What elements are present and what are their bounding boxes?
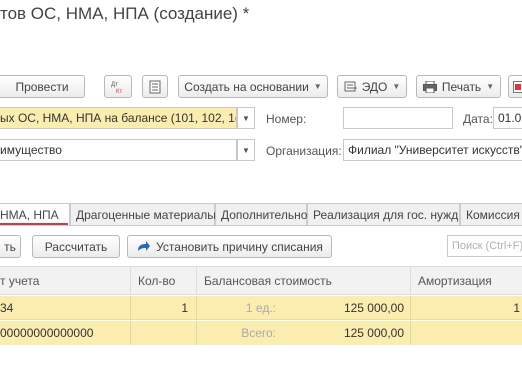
edo-button[interactable]: ЭДО ▼ — [337, 75, 407, 98]
qty-cell: 1 — [181, 301, 188, 315]
print-button[interactable]: Печать ▼ — [416, 75, 501, 98]
date-field[interactable]: 01.0 — [493, 107, 522, 129]
active-tab-indicator — [0, 223, 68, 225]
number-label: Номер: — [266, 112, 307, 126]
qty-cell — [130, 321, 188, 345]
amortization-cell: 1 — [513, 301, 520, 315]
cost-cell: 125 000,00 — [343, 301, 404, 315]
create-based-on-label: Создать на основании — [184, 79, 309, 94]
operation-type-dropdown[interactable]: ▼ — [237, 107, 255, 129]
column-header-amortization[interactable]: Амортизация — [410, 267, 522, 294]
tab-precious-materials[interactable]: Драгоценные материалы — [70, 203, 216, 225]
journal-button[interactable] — [142, 75, 168, 98]
organization-label: Организация: — [266, 144, 342, 158]
cost-cell: 125 000,00 — [343, 326, 404, 340]
create-based-on-button[interactable]: Создать на основании ▼ — [178, 75, 328, 98]
svg-text:Кт: Кт — [116, 89, 122, 95]
tab-commission[interactable]: Комиссия — [460, 203, 522, 225]
number-field[interactable] — [343, 107, 453, 129]
chevron-down-icon: ▼ — [242, 113, 250, 123]
post-button-label: Провести — [15, 79, 69, 94]
set-reason-button[interactable]: Установить причину списания — [127, 235, 332, 258]
amortization-cell — [410, 321, 520, 345]
arrow-icon — [138, 240, 151, 251]
tab-nma-npa[interactable]: НМА, НПА — [0, 203, 70, 225]
calculate-button[interactable]: Рассчитать — [32, 235, 120, 258]
dtkt-icon: Дт Кт — [111, 82, 122, 95]
total-label-cell: Всего: — [241, 326, 276, 340]
chevron-down-icon: ▼ — [313, 82, 322, 91]
table-row[interactable]: 34 1 1 ед.: 125 000,00 1 — [0, 296, 522, 320]
search-placeholder: Поиск (Ctrl+F) — [452, 240, 522, 252]
date-value: 01.0 — [498, 111, 522, 125]
chevron-down-icon: ▼ — [242, 145, 250, 155]
organization-field[interactable]: Филиал "Университет искусств" — [343, 139, 522, 161]
tab-divider — [0, 225, 522, 226]
post-button[interactable]: Провести — [0, 75, 85, 98]
unit-label-cell: 1 ед.: — [245, 301, 276, 315]
search-input[interactable]: Поиск (Ctrl+F) — [447, 235, 522, 257]
column-header-balance-cost[interactable]: Балансовая стоимость — [196, 267, 410, 294]
operation-type-field[interactable]: ых ОС, НМА, НПА на балансе (101, 102, 1( — [0, 107, 237, 129]
add-label: ть — [4, 239, 16, 254]
tab-label: Комиссия — [466, 207, 520, 222]
property-field[interactable]: имущество — [0, 139, 237, 161]
report-icon — [513, 80, 522, 93]
page-title: тов ОС, НМА, НПА (создание) * — [0, 4, 250, 23]
grid-header: т учета Кол-во Балансовая стоимость Амор… — [0, 266, 522, 295]
add-button[interactable]: ть — [0, 235, 21, 258]
print-label: Печать — [441, 79, 482, 94]
printer-icon — [422, 80, 437, 93]
tab-state-needs[interactable]: Реализация для гос. нужд — [307, 203, 460, 225]
account-cell: 34 — [0, 301, 14, 315]
tab-label: Реализация для гос. нужд — [313, 207, 459, 222]
tab-label: Дополнительно — [221, 207, 308, 222]
dtkt-button[interactable]: Дт Кт — [104, 75, 132, 98]
document-list-icon — [149, 80, 161, 93]
tab-additional[interactable]: Дополнительно — [215, 203, 307, 225]
chevron-down-icon: ▼ — [392, 82, 401, 91]
svg-text:Дт: Дт — [111, 82, 118, 88]
organization-value: Филиал "Университет искусств" — [348, 143, 522, 157]
tab-label: НМА, НПА — [0, 207, 59, 222]
edo-icon — [344, 81, 357, 91]
set-reason-label: Установить причину списания — [156, 239, 323, 254]
property-dropdown[interactable]: ▼ — [237, 139, 255, 161]
operation-type-value: ых ОС, НМА, НПА на балансе (101, 102, 1( — [0, 111, 237, 125]
more-button[interactable] — [508, 75, 522, 98]
chevron-down-icon: ▼ — [486, 82, 495, 91]
table-row[interactable]: 00000000000000 Всего: 125 000,00 — [0, 321, 522, 345]
date-label: Дата: — [463, 112, 493, 126]
edo-label: ЭДО — [361, 79, 388, 94]
account-cell: 00000000000000 — [0, 326, 94, 340]
column-header-account[interactable]: т учета — [0, 267, 130, 294]
column-header-qty[interactable]: Кол-во — [130, 267, 196, 294]
tab-label: Драгоценные материалы — [76, 207, 216, 222]
calculate-label: Рассчитать — [44, 239, 108, 254]
property-value: имущество — [0, 143, 62, 157]
